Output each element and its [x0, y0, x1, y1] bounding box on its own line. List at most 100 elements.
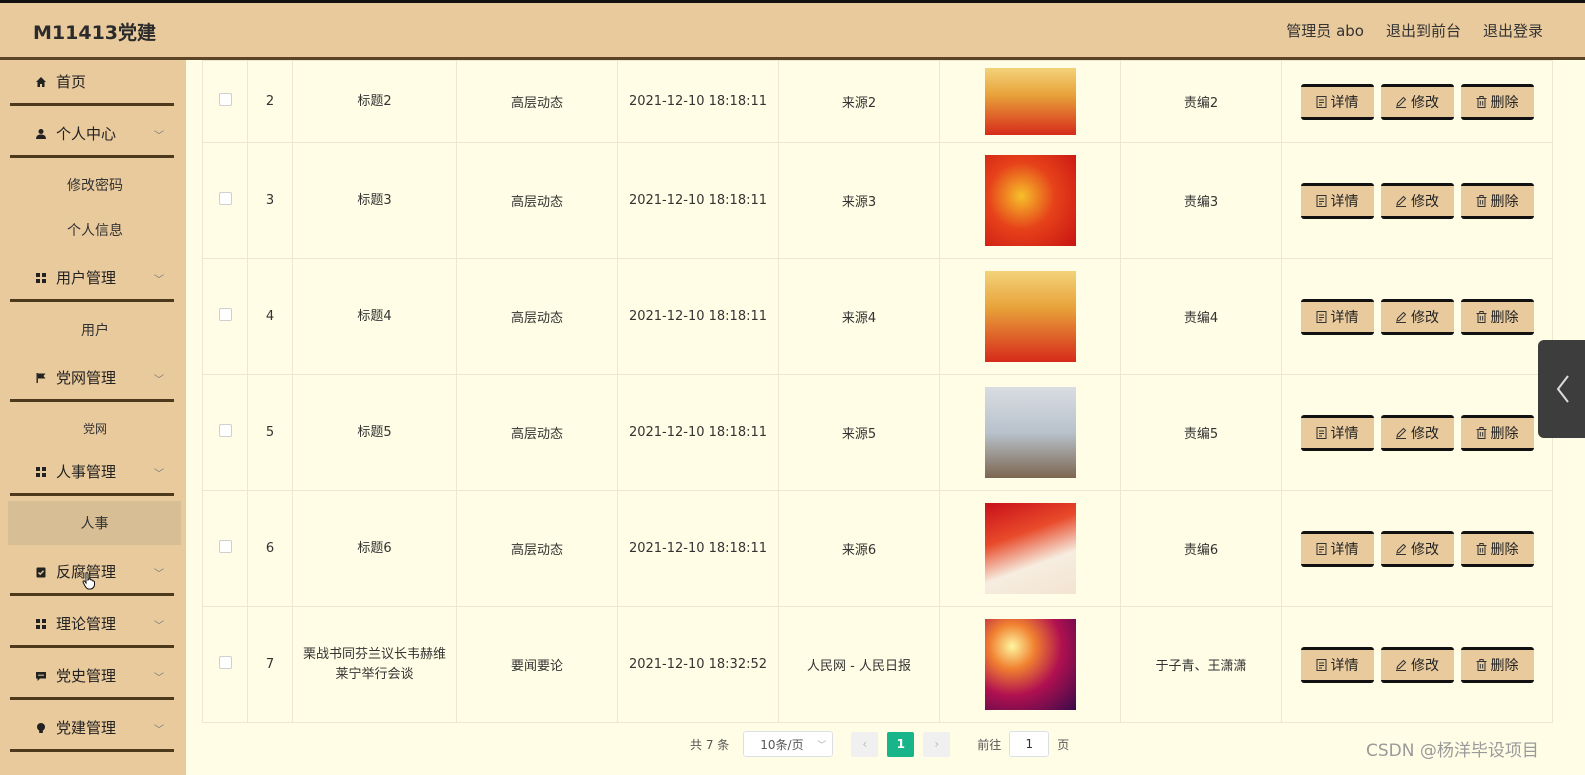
- row-source: 来源2: [778, 60, 940, 143]
- news-table: 2 标题2 高层动态 2021-12-10 18:18:11 来源2 责编2 详情 修改 删除 3…: [202, 60, 1553, 723]
- row-image-cell: [939, 490, 1121, 607]
- row-image-cell: [939, 606, 1121, 723]
- detail-button[interactable]: 详情: [1300, 530, 1374, 567]
- delete-button[interactable]: 删除: [1460, 530, 1534, 567]
- document-icon: [1316, 542, 1326, 555]
- sidebar-item-theory-management[interactable]: 理论管理 ﹀: [10, 602, 174, 648]
- detail-button[interactable]: 详情: [1300, 646, 1374, 683]
- chat-icon: [34, 669, 48, 683]
- document-icon: [1316, 310, 1326, 323]
- chevron-down-icon: ﹀: [154, 621, 164, 632]
- row-thumbnail: [984, 155, 1076, 246]
- goto-page-input[interactable]: 1: [1009, 731, 1050, 757]
- row-id: 2: [247, 60, 293, 143]
- row-thumbnail: [984, 387, 1076, 478]
- sidebar-item-party-building[interactable]: 党建管理 ﹀: [10, 706, 174, 752]
- row-checkbox[interactable]: [218, 424, 232, 437]
- logout-link[interactable]: 退出登录: [1483, 20, 1543, 41]
- row-image-cell: [939, 142, 1121, 259]
- exit-to-front-link[interactable]: 退出到前台: [1386, 20, 1461, 41]
- row-checkbox[interactable]: [218, 93, 232, 106]
- sidebar-item-user-management[interactable]: 用户管理 ﹀: [10, 256, 174, 302]
- sidebar-item-personal-center[interactable]: 个人中心 ﹀: [10, 112, 174, 158]
- delete-button[interactable]: 删除: [1460, 414, 1534, 451]
- edit-label: 修改: [1411, 309, 1439, 326]
- delete-button[interactable]: 删除: [1460, 182, 1534, 219]
- chevron-left-icon: [1556, 375, 1569, 403]
- chevron-down-icon: ﹀: [154, 569, 164, 580]
- sidebar-item-change-password[interactable]: 修改密码: [10, 163, 180, 207]
- row-time: 2021-12-10 18:18:11: [617, 142, 779, 259]
- table-row: 3 标题3 高层动态 2021-12-10 18:18:11 来源3 责编3 详情 修改 删除: [202, 142, 1553, 259]
- delete-button[interactable]: 删除: [1460, 646, 1534, 683]
- edit-label: 修改: [1411, 94, 1439, 111]
- side-collapse-tab[interactable]: [1538, 340, 1585, 438]
- delete-label: 删除: [1490, 94, 1519, 111]
- delete-label: 删除: [1490, 425, 1519, 442]
- trash-icon: [1476, 426, 1486, 439]
- row-time: 2021-12-10 18:18:11: [617, 490, 779, 607]
- sidebar-item-home[interactable]: 首页: [10, 60, 174, 106]
- row-time: 2021-12-10 18:18:11: [617, 374, 779, 491]
- page-suffix-label: 页: [1057, 737, 1070, 752]
- row-checkbox[interactable]: [218, 308, 232, 321]
- sidebar-item-personal-info[interactable]: 个人信息: [10, 208, 180, 252]
- edit-button[interactable]: 修改: [1380, 414, 1454, 451]
- row-actions: 详情 修改 删除: [1281, 142, 1553, 259]
- edit-label: 修改: [1411, 425, 1439, 442]
- row-actions: 详情 修改 删除: [1281, 258, 1553, 375]
- bulb-icon: [34, 721, 48, 735]
- page-size-value: 10条/页: [760, 737, 804, 752]
- page-number-current[interactable]: 1: [887, 731, 915, 757]
- sidebar-item-party-web-management[interactable]: 党网管理 ﹀: [10, 356, 174, 402]
- row-select-cell: [202, 374, 248, 491]
- detail-label: 详情: [1330, 309, 1359, 326]
- page-size-select[interactable]: 10条/页 ﹀: [743, 731, 834, 757]
- edit-button[interactable]: 修改: [1380, 298, 1454, 335]
- delete-label: 删除: [1490, 193, 1519, 210]
- edit-button[interactable]: 修改: [1380, 83, 1454, 120]
- row-thumbnail: [984, 68, 1076, 135]
- sidebar-item-hr-management[interactable]: 人事管理 ﹀: [10, 450, 174, 496]
- detail-button[interactable]: 详情: [1300, 298, 1374, 335]
- row-time: 2021-12-10 18:18:11: [617, 258, 779, 375]
- row-id: 6: [247, 490, 293, 607]
- row-id: 4: [247, 258, 293, 375]
- sidebar-item-party-history[interactable]: 党史管理 ﹀: [10, 654, 174, 700]
- edit-button[interactable]: 修改: [1380, 530, 1454, 567]
- document-icon: [1316, 426, 1326, 439]
- edit-button[interactable]: 修改: [1380, 646, 1454, 683]
- sidebar-item-label: 用户管理: [56, 269, 117, 287]
- row-checkbox[interactable]: [218, 656, 232, 669]
- row-id: 3: [247, 142, 293, 259]
- row-select-cell: [202, 490, 248, 607]
- trash-icon: [1476, 542, 1486, 555]
- row-source: 来源6: [778, 490, 940, 607]
- row-source: 来源3: [778, 142, 940, 259]
- sidebar-item-personnel[interactable]: 人事: [8, 501, 181, 545]
- edit-button[interactable]: 修改: [1380, 182, 1454, 219]
- row-title: 标题3: [292, 142, 457, 259]
- row-id: 5: [247, 374, 293, 491]
- sidebar: 首页 个人中心 ﹀ 修改密码 个人信息 用户管理 ﹀ 用户 党网管理 ﹀ 党网 …: [0, 60, 186, 775]
- detail-button[interactable]: 详情: [1300, 182, 1374, 219]
- hand-cursor-icon: [82, 572, 96, 594]
- delete-button[interactable]: 删除: [1460, 298, 1534, 335]
- next-page-button[interactable]: ›: [923, 731, 951, 757]
- grid-icon: [34, 465, 48, 479]
- sidebar-item-label: 理论管理: [56, 615, 117, 633]
- sidebar-item-party-web[interactable]: 党网: [10, 406, 180, 450]
- edit-label: 修改: [1411, 541, 1439, 558]
- detail-button[interactable]: 详情: [1300, 83, 1374, 120]
- sidebar-item-users[interactable]: 用户: [10, 308, 180, 352]
- goto-label: 前往: [977, 737, 1002, 752]
- detail-button[interactable]: 详情: [1300, 414, 1374, 451]
- prev-page-button[interactable]: ‹: [851, 731, 879, 757]
- table-row: 2 标题2 高层动态 2021-12-10 18:18:11 来源2 责编2 详情 修改 删除: [202, 60, 1553, 143]
- delete-label: 删除: [1490, 541, 1519, 558]
- row-checkbox[interactable]: [218, 192, 232, 205]
- detail-label: 详情: [1330, 193, 1359, 210]
- detail-label: 详情: [1330, 657, 1359, 674]
- delete-button[interactable]: 删除: [1460, 83, 1534, 120]
- row-checkbox[interactable]: [218, 540, 232, 553]
